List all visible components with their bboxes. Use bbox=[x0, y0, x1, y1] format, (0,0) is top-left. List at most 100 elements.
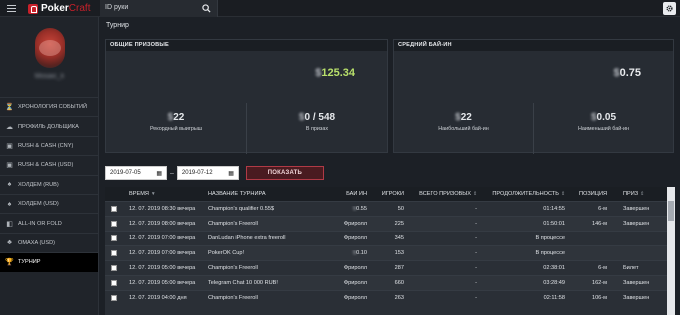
cell-time: 12. 07. 2019 08:00 вечера bbox=[129, 220, 196, 227]
total-prizes-panel: ОБЩИЕ ПРИЗОВЫЕ $125.34 $22 Рекордный выи… bbox=[105, 39, 388, 154]
rush-icon: ▣ bbox=[6, 142, 13, 150]
row-checkbox[interactable] bbox=[105, 294, 123, 301]
menu-icon[interactable] bbox=[0, 0, 22, 17]
cell-time: 12. 07. 2019 05:00 вечера bbox=[129, 265, 196, 272]
col-time[interactable]: ВРЕМЯ ▼ bbox=[123, 191, 203, 197]
date-filters: 2019-07-05 ▦ – 2019-07-12 ▦ ПОКАЗАТЬ bbox=[105, 165, 324, 181]
total-prizes-value: $125.34 bbox=[315, 67, 355, 79]
rush-icon: ▣ bbox=[6, 162, 13, 170]
timeline-icon: ⏳ bbox=[5, 104, 14, 112]
cell-time: 12. 07. 2019 04:00 дня bbox=[129, 294, 187, 301]
col-players[interactable]: ИГРОКИ bbox=[371, 191, 408, 197]
top-bar: PokerCraft bbox=[0, 0, 680, 17]
cell-position: 146-м bbox=[591, 220, 607, 227]
col-name[interactable]: НАЗВАНИЕ ТУРНИРА bbox=[203, 191, 336, 197]
cell-duration: 01:50:01 bbox=[543, 220, 565, 227]
cell-tournament-name: DanLudan iPhone extra freeroll bbox=[208, 235, 286, 242]
row-checkbox[interactable] bbox=[105, 265, 123, 272]
table-row[interactable]: 12. 07. 2019 08:00 вечера Champion's Free… bbox=[105, 215, 675, 231]
sort-icon: ⇕ bbox=[472, 192, 477, 197]
cell-duration: 03:28:49 bbox=[543, 279, 565, 286]
checkbox[interactable] bbox=[111, 265, 117, 272]
row-checkbox[interactable] bbox=[105, 250, 123, 257]
table-row[interactable]: 12. 07. 2019 08:30 вечера Champion's qual… bbox=[105, 201, 675, 216]
row-checkbox[interactable] bbox=[105, 279, 123, 286]
cell-buyin: $0.10 bbox=[352, 250, 367, 257]
settings-button[interactable] bbox=[663, 2, 676, 15]
col-prize[interactable]: ПРИЗ ⇕ bbox=[609, 191, 675, 197]
row-checkbox[interactable] bbox=[105, 235, 123, 242]
average-buyin-value: $0.75 bbox=[613, 67, 641, 79]
cell-total-prizes: - bbox=[475, 279, 477, 286]
checkbox[interactable] bbox=[111, 205, 117, 212]
cell-time: 12. 07. 2019 07:00 вечера bbox=[129, 235, 196, 242]
sidebar-item-backer-profile[interactable]: ☁ ПРОФИЛЬ ДОЛЬЩИКА bbox=[0, 116, 98, 135]
hand-id-search-input[interactable] bbox=[105, 4, 195, 11]
cell-prize: Завершен bbox=[623, 205, 650, 212]
table-row[interactable]: 12. 07. 2019 05:00 вечера Telegram Chat 1… bbox=[105, 274, 675, 290]
sidebar-item-rush-cash-cny[interactable]: ▣ RUSH & CASH (CNY) bbox=[0, 135, 98, 155]
cell-players: 345 bbox=[394, 235, 404, 242]
cell-prize: Завершен bbox=[623, 294, 650, 301]
cell-prize: Завершен bbox=[623, 220, 650, 227]
table-row[interactable]: 12. 07. 2019 07:00 вечера DanLudan iPhone… bbox=[105, 230, 675, 246]
cell-players: 153 bbox=[394, 250, 404, 257]
row-checkbox[interactable] bbox=[105, 220, 123, 227]
search-icon[interactable] bbox=[202, 4, 211, 13]
cell-duration: 02:11:58 bbox=[543, 294, 565, 301]
table-row[interactable]: 12. 07. 2019 04:00 дня Champion's Freerol… bbox=[105, 289, 675, 305]
table-row[interactable]: 12. 07. 2019 05:00 вечера Champion's Free… bbox=[105, 260, 675, 275]
trophy-icon: 🏆 bbox=[5, 259, 14, 267]
row-checkbox[interactable] bbox=[105, 205, 123, 212]
sidebar-item-timeline[interactable]: ⏳ ХРОНОЛОГИЯ СОБЫТИЙ bbox=[0, 97, 98, 116]
cell-position: 6-м bbox=[598, 265, 607, 272]
sidebar-item-holdem-rub[interactable]: ♠ ХОЛДЕМ (RUB) bbox=[0, 174, 98, 194]
checkbox[interactable] bbox=[111, 294, 117, 301]
col-position[interactable]: ПОЗИЦИЯ bbox=[571, 191, 609, 197]
cell-tournament-name: Champion's Freeroll bbox=[208, 265, 258, 272]
cell-time: 12. 07. 2019 05:00 вечера bbox=[129, 279, 196, 286]
col-buyin[interactable]: БАЙ ИН bbox=[336, 191, 371, 197]
date-separator: – bbox=[170, 169, 174, 177]
sidebar-item-holdem-usd[interactable]: ♠ ХОЛДЕМ (USD) bbox=[0, 193, 98, 213]
sidebar-item-rush-cash-usd[interactable]: ▣ RUSH & CASH (USD) bbox=[0, 155, 98, 174]
cell-buyin: Фриролл bbox=[343, 220, 367, 227]
cell-duration: В процессе bbox=[535, 250, 566, 257]
cell-buyin: Фриролл bbox=[343, 265, 367, 272]
scrollbar[interactable] bbox=[667, 187, 675, 315]
sidebar-item-tournament[interactable]: 🏆 ТУРНИР bbox=[0, 252, 98, 272]
table-row[interactable]: 12. 07. 2019 07:00 вечера PokerOK Cup! $0.… bbox=[105, 245, 675, 261]
sidebar-item-allin-fold[interactable]: ◧ ALL-IN OR FOLD bbox=[0, 213, 98, 232]
cell-total-prizes: - bbox=[475, 250, 477, 257]
avatar[interactable] bbox=[35, 28, 65, 68]
checkbox[interactable] bbox=[111, 250, 117, 257]
date-from-field[interactable]: 2019-07-05 ▦ bbox=[105, 166, 167, 180]
cloud-icon: ☁ bbox=[6, 123, 13, 131]
cell-prize: Завершен bbox=[623, 279, 650, 286]
cell-tournament-name: Champion's Freeroll bbox=[208, 220, 258, 227]
checkbox[interactable] bbox=[111, 235, 117, 242]
cell-tournament-name: Telegram Chat 10 000 RUB! bbox=[208, 279, 278, 286]
omaha-icon: ♣ bbox=[7, 239, 12, 247]
cell-total-prizes: - bbox=[475, 294, 477, 301]
col-total-prizes[interactable]: ВСЕГО ПРИЗОВЫХ ⇕ bbox=[408, 191, 483, 197]
checkbox[interactable] bbox=[111, 220, 117, 227]
cell-duration: 01:14:55 bbox=[543, 205, 565, 212]
calendar-icon: ▦ bbox=[228, 170, 234, 177]
col-duration[interactable]: ПРОДОЛЖИТЕЛЬНОСТЬ ⇕ bbox=[483, 191, 571, 197]
stat-record-win: $22 Рекордный выигрыш bbox=[149, 112, 203, 132]
cell-total-prizes: - bbox=[475, 235, 477, 242]
search-bar bbox=[100, 0, 218, 17]
cell-time: 12. 07. 2019 07:00 вечера bbox=[129, 250, 196, 257]
cell-players: 225 bbox=[394, 220, 404, 227]
checkbox[interactable] bbox=[111, 279, 117, 286]
cell-players: 263 bbox=[394, 294, 404, 301]
show-button[interactable]: ПОКАЗАТЬ bbox=[245, 166, 324, 180]
profile-area: Mosaic_k bbox=[0, 17, 98, 97]
sidebar-item-omaha-usd[interactable]: ♣ OMAXA (USD) bbox=[0, 232, 98, 252]
prize-stats: $22 Рекордный выигрыш $0 / 548 В призах bbox=[106, 103, 387, 154]
sort-icon: ⇕ bbox=[560, 192, 565, 197]
cell-total-prizes: - bbox=[475, 205, 477, 212]
cards-icon: ♠ bbox=[7, 181, 12, 189]
date-to-field[interactable]: 2019-07-12 ▦ bbox=[176, 166, 239, 180]
